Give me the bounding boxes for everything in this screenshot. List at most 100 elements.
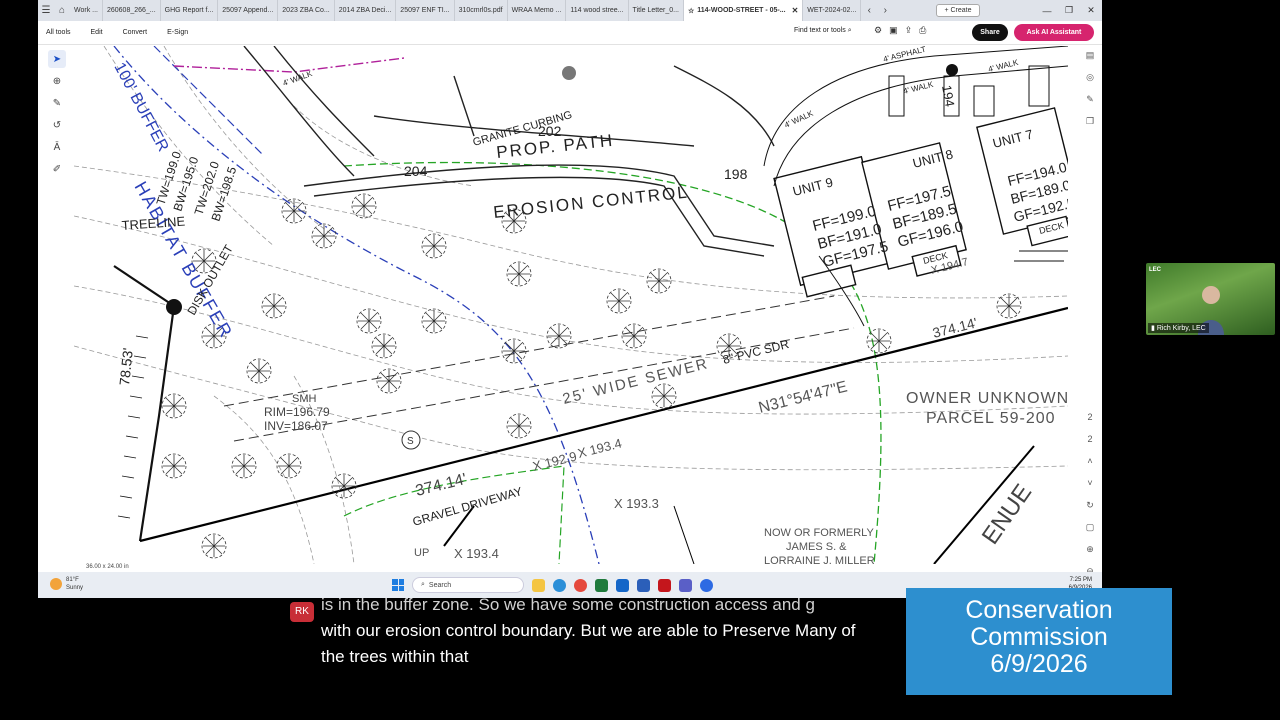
label-spot-2: X 193.4	[576, 436, 623, 461]
taskbar-search[interactable]: ⌕ Search	[412, 577, 524, 593]
acrobat-icon[interactable]	[658, 578, 671, 592]
label-spot-4: X 193.4	[454, 546, 499, 561]
label-james: JAMES S. &	[786, 541, 847, 553]
label-walk-2: 4' WALK	[783, 108, 815, 129]
tab-4[interactable]: 25097 Append...	[218, 0, 279, 21]
tab-3[interactable]: GHG Report f...	[161, 0, 219, 21]
label-up: UP	[414, 547, 429, 559]
browser-tab-bar: ☰ ⌂ Work ... 260608_266_... GHG Report f…	[38, 0, 1102, 21]
stamp-tool-icon[interactable]: ✐	[48, 160, 66, 178]
save-icon[interactable]: ▣	[889, 25, 898, 36]
teams-icon[interactable]	[679, 578, 692, 592]
chevron-left-icon[interactable]: ‹	[861, 5, 877, 16]
tab-9[interactable]: WRAA Memo ...	[508, 0, 567, 21]
tab-11[interactable]: Title Letter_0...	[629, 0, 684, 21]
close-window-icon[interactable]: ✕	[1080, 5, 1102, 16]
menu-edit[interactable]: Edit	[91, 29, 103, 36]
label-sewer-easement: 25' WIDE SEWER	[561, 355, 711, 408]
upload-icon[interactable]: ⇪	[905, 25, 913, 36]
draw-tool-icon[interactable]: ↺	[48, 116, 66, 134]
tab-13[interactable]: WET-2024-02...	[803, 0, 862, 21]
select-tool-icon[interactable]: ➤	[48, 50, 66, 68]
menu-all-tools[interactable]: All tools	[46, 29, 71, 36]
label-buffer-left: 100' BUFFER	[110, 60, 171, 155]
desktop-screen: ☰ ⌂ Work ... 260608_266_... GHG Report f…	[38, 0, 1102, 598]
menu-esign[interactable]: E-Sign	[167, 29, 188, 36]
overlay-line-1: Conservation	[965, 596, 1113, 624]
minimize-icon[interactable]: —	[1036, 6, 1058, 16]
ask-ai-button[interactable]: Ask AI Assistant	[1014, 24, 1094, 41]
zoom-app-icon[interactable]	[700, 578, 713, 592]
label-parcel: PARCEL 59-200	[926, 410, 1056, 427]
label-distance-1: 374.14'	[414, 471, 469, 500]
overlay-line-2: Commission	[970, 623, 1108, 651]
home-icon[interactable]: ⌂	[54, 5, 70, 16]
search-icon: ⌕	[421, 581, 425, 588]
svg-text:S: S	[407, 436, 414, 447]
ai-icon[interactable]: ⚙	[874, 25, 882, 36]
label-lorraine: LORRAINE J. MILLER	[764, 555, 875, 564]
menu-icon[interactable]: ☰	[38, 5, 54, 16]
zoom-tool-icon[interactable]: ⊕	[48, 72, 66, 90]
window-controls: — ❐ ✕	[1036, 0, 1102, 21]
edge-icon[interactable]	[553, 578, 566, 592]
label-erosion-control: EROSION CONTROL	[492, 183, 689, 222]
fit-page-icon[interactable]: ▢	[1082, 522, 1098, 538]
menu-convert[interactable]: Convert	[123, 29, 148, 36]
pages-icon[interactable]: ❐	[1082, 116, 1098, 132]
label-spot-3: X 193.3	[614, 496, 659, 511]
tab-5[interactable]: 2023 ZBA Co...	[278, 0, 335, 21]
bookmark-icon[interactable]: ◎	[1082, 72, 1098, 88]
toolbar-icons: ⚙ ▣ ⇪ ⎙	[874, 25, 926, 36]
label-contour-202: 202	[538, 123, 562, 139]
label-contour-204: 204	[404, 163, 428, 179]
speaker-badge: RK	[290, 602, 314, 622]
maximize-icon[interactable]: ❐	[1058, 5, 1080, 16]
meeting-title-overlay: Conservation Commission 6/9/2026	[906, 588, 1172, 695]
pen-tool-icon[interactable]: ✎	[48, 94, 66, 112]
weather-widget[interactable]: 81°F Sunny	[50, 576, 83, 592]
tab-10[interactable]: 114 wood stree...	[566, 0, 629, 21]
lec-logo: LEC	[1149, 267, 1161, 273]
tab-7[interactable]: 25097 ENF TI...	[396, 0, 455, 21]
search-icon: ⌕	[847, 27, 852, 34]
outlook-icon[interactable]	[616, 578, 629, 592]
find-tools-field[interactable]: Find text or tools ⌕	[794, 27, 852, 35]
word-icon[interactable]	[637, 578, 650, 592]
tab-2[interactable]: 260608_266_...	[103, 0, 161, 21]
caption-line-1: is in the buffer zone. So we have some c…	[321, 595, 815, 614]
survey-point-icon	[166, 299, 182, 315]
edit-icon[interactable]: ✎	[1082, 94, 1098, 110]
windows-start-icon[interactable]	[392, 579, 404, 591]
excel-icon[interactable]	[595, 578, 608, 592]
tab-1[interactable]: Work ...	[70, 0, 103, 21]
label-pvc: 8" PVC SDR	[721, 337, 790, 367]
print-icon[interactable]: ⎙	[919, 25, 926, 36]
tab-8[interactable]: 310cmrl0s.pdf	[455, 0, 508, 21]
tab-6[interactable]: 2014 ZBA Deci...	[335, 0, 397, 21]
live-captions: RK is in the buffer zone. So we have som…	[290, 595, 970, 678]
create-button[interactable]: + Create	[936, 4, 980, 17]
comment-icon[interactable]: ▤	[1082, 50, 1098, 66]
label-contour-198: 198	[724, 166, 748, 182]
file-explorer-icon[interactable]	[532, 578, 545, 592]
page-total-icon: 2	[1087, 434, 1093, 444]
text-tool-icon[interactable]: Ā	[48, 138, 66, 156]
label-bearing: N31°54'47"E	[757, 378, 849, 416]
label-contour-194: 194	[939, 84, 958, 108]
chevron-right-icon[interactable]: ›	[877, 5, 893, 16]
site-plan-drawing: S HABITAT BUFFER 100' BUFFER GRANITE CUR…	[74, 46, 1068, 564]
close-tab-icon[interactable]: ✕	[792, 6, 799, 15]
pdf-document-view[interactable]: S HABITAT BUFFER 100' BUFFER GRANITE CUR…	[74, 46, 1068, 564]
signal-icon: ▮	[1151, 325, 1155, 332]
caption-line-2: with our erosion control boundary. But w…	[321, 621, 856, 640]
chrome-icon[interactable]	[574, 578, 587, 592]
zoom-in-icon[interactable]: ⊕	[1082, 544, 1098, 560]
page-down-icon[interactable]: ˅	[1082, 478, 1098, 494]
tab-active[interactable]: ☆ 114-WOOD-STREET - 05-... ✕	[683, 0, 804, 21]
page-up-icon[interactable]: ˄	[1082, 456, 1098, 472]
page-num-icon[interactable]: 2	[1082, 412, 1098, 428]
share-button[interactable]: Share	[972, 24, 1008, 41]
refresh-icon[interactable]: ↻	[1082, 500, 1098, 516]
label-walk-3: 4' WALK	[902, 80, 934, 96]
